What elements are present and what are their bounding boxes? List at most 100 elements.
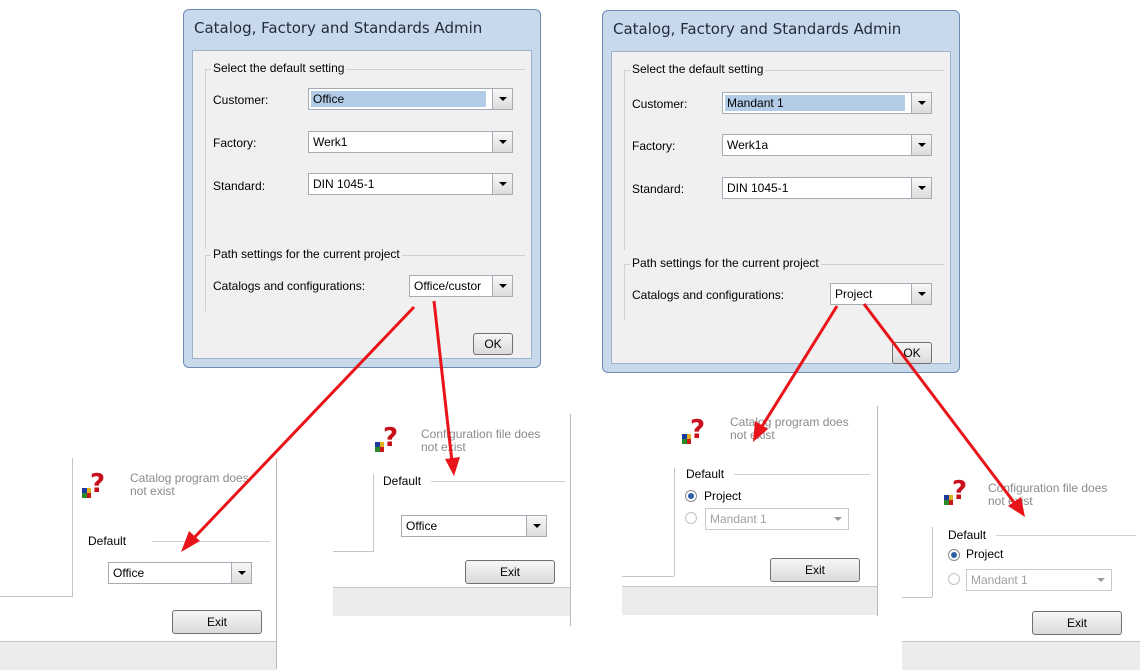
chevron-down-icon[interactable]	[526, 516, 546, 536]
popup-config-project: ? Configuration file does not exist Defa…	[902, 461, 1140, 670]
exit-button[interactable]: Exit	[1032, 611, 1122, 635]
standard-combo[interactable]: DIN 1045-1	[308, 173, 513, 195]
factory-combo[interactable]: Werk1	[308, 131, 513, 153]
default-group-label: Default	[88, 534, 127, 548]
frame-line	[902, 597, 932, 598]
default-combo[interactable]: Office	[401, 515, 547, 537]
message-line: not exist	[421, 440, 466, 454]
question-mark-icon: ?	[82, 470, 105, 499]
customer-value: Mandant 1	[725, 95, 905, 111]
default-setting-label: Select the default setting	[630, 62, 766, 76]
dialog-title: Catalog, Factory and Standards Admin	[194, 19, 483, 37]
factory-value: Werk1a	[727, 138, 769, 152]
catalogs-combo[interactable]: Project	[830, 283, 932, 305]
frame-line	[0, 596, 72, 597]
svg-text:?: ?	[90, 470, 105, 499]
chevron-down-icon[interactable]	[911, 93, 931, 113]
factory-value: Werk1	[313, 135, 348, 149]
question-mark-icon: ?	[944, 477, 967, 506]
default-group-label: Default	[686, 467, 725, 481]
window-edge	[877, 406, 878, 616]
catalogs-label: Catalogs and configurations:	[213, 279, 366, 293]
factory-label: Factory:	[213, 136, 257, 150]
path-settings-label: Path settings for the current project	[630, 256, 821, 270]
factory-label: Factory:	[632, 139, 676, 153]
mandant-combo[interactable]: Mandant 1	[966, 569, 1112, 591]
customer-label: Customer:	[632, 97, 688, 111]
mandant-combo[interactable]: Mandant 1	[705, 508, 849, 530]
factory-combo[interactable]: Werk1a	[722, 134, 932, 156]
standard-label: Standard:	[213, 179, 266, 193]
frame-line	[932, 527, 933, 597]
status-strip	[622, 586, 877, 615]
message-text: Configuration file does not exist	[421, 428, 540, 454]
chevron-down-icon[interactable]	[911, 135, 931, 155]
standard-value: DIN 1045-1	[313, 177, 375, 191]
path-settings-label: Path settings for the current project	[211, 247, 402, 261]
radio-project[interactable]	[948, 549, 960, 561]
catalogs-label: Catalogs and configurations:	[632, 288, 785, 302]
window-edge	[570, 414, 571, 626]
frame-line	[622, 576, 674, 577]
message-line: not exist	[130, 484, 175, 498]
combo-value: Mandant 1	[971, 573, 1028, 587]
customer-value: Office	[311, 91, 486, 107]
exit-button[interactable]: Exit	[770, 558, 860, 582]
radio-mandant[interactable]	[948, 573, 960, 585]
dialog-client: Select the default setting Customer: Off…	[192, 50, 532, 359]
default-combo[interactable]: Office	[108, 562, 252, 584]
combo-value: Mandant 1	[710, 512, 767, 526]
chevron-down-icon[interactable]	[492, 89, 512, 109]
chevron-down-icon[interactable]	[492, 132, 512, 152]
standard-value: DIN 1045-1	[727, 181, 789, 195]
ok-button[interactable]: OK	[892, 342, 932, 364]
radio-project-label: Project	[704, 489, 742, 503]
admin-dialog-left: Catalog, Factory and Standards Admin Sel…	[183, 9, 541, 368]
chevron-down-icon[interactable]	[911, 178, 931, 198]
chevron-down-icon[interactable]	[492, 174, 512, 194]
ok-button[interactable]: OK	[473, 333, 513, 355]
status-strip	[333, 587, 570, 616]
svg-text:?: ?	[383, 424, 398, 453]
customer-label: Customer:	[213, 93, 269, 107]
default-group-label: Default	[948, 528, 987, 542]
catalogs-value: Office/custor	[414, 279, 482, 293]
chevron-down-icon	[828, 509, 848, 529]
group-line	[152, 541, 270, 542]
status-strip	[0, 641, 276, 670]
customer-combo[interactable]: Mandant 1	[722, 92, 932, 114]
radio-project-label: Project	[966, 547, 1004, 561]
window-edge	[276, 458, 277, 669]
frame-line	[373, 474, 374, 552]
frame-line	[333, 551, 373, 552]
popup-catalog-office: ? Catalog program does not exist Default…	[0, 458, 280, 670]
radio-mandant[interactable]	[685, 512, 697, 524]
catalogs-combo[interactable]: Office/custor	[409, 275, 513, 297]
dialog-client: Select the default setting Customer: Man…	[611, 51, 951, 364]
group-line	[996, 535, 1136, 536]
popup-config-office: ? Configuration file does not exist Defa…	[333, 414, 573, 626]
customer-combo[interactable]: Office	[308, 88, 513, 110]
default-setting-label: Select the default setting	[211, 61, 347, 75]
radio-project[interactable]	[685, 490, 697, 502]
frame-line	[674, 468, 675, 576]
group-line	[734, 474, 870, 475]
chevron-down-icon[interactable]	[231, 563, 251, 583]
exit-button[interactable]: Exit	[465, 560, 555, 584]
group-line	[431, 481, 565, 482]
svg-text:?: ?	[690, 416, 705, 445]
standard-combo[interactable]: DIN 1045-1	[722, 177, 932, 199]
message-text: Catalog program does not exist	[730, 416, 849, 442]
message-text: Configuration file does not exist	[988, 482, 1107, 508]
svg-text:?: ?	[952, 477, 967, 506]
chevron-down-icon[interactable]	[911, 284, 931, 304]
combo-value: Office	[406, 519, 438, 533]
dialog-title: Catalog, Factory and Standards Admin	[613, 20, 902, 38]
message-line: not exist	[988, 494, 1033, 508]
chevron-down-icon[interactable]	[492, 276, 512, 296]
message-text: Catalog program does not exist	[130, 472, 249, 498]
exit-button[interactable]: Exit	[172, 610, 262, 634]
default-group-label: Default	[383, 474, 422, 488]
chevron-down-icon	[1091, 570, 1111, 590]
admin-dialog-right: Catalog, Factory and Standards Admin Sel…	[602, 10, 960, 373]
